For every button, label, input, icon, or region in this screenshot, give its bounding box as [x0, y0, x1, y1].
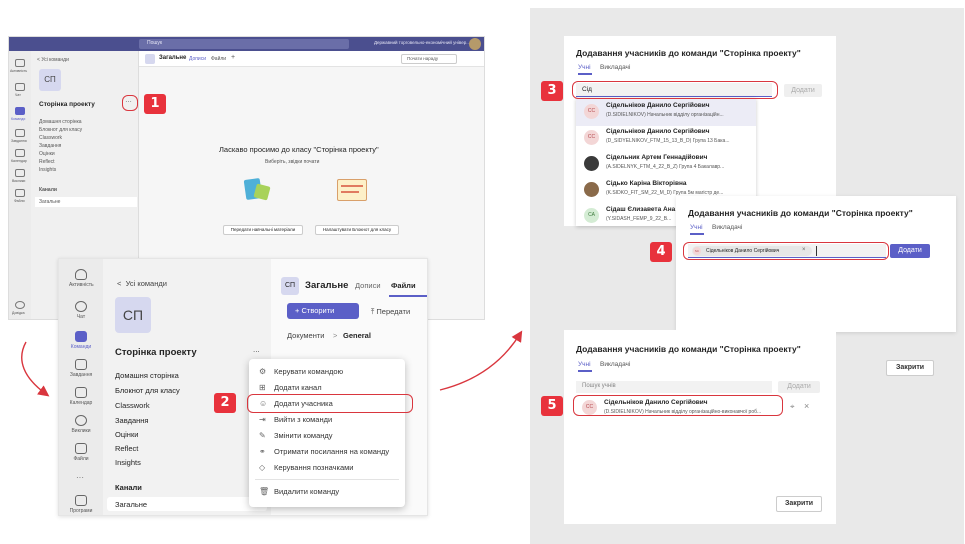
add-button[interactable]: Додати — [890, 244, 930, 258]
tab-underline — [578, 73, 592, 75]
step-badge-4: 4 — [650, 242, 672, 262]
avatar: СС — [584, 104, 599, 119]
person-name: Сідельніков Данило Сергійович — [606, 102, 710, 109]
add-members-dialog-added: Додавання учасників до команди "Сторінка… — [564, 330, 836, 524]
suggestion-item[interactable]: СС Сідельніков Данило Сергійович (D_SIDY… — [576, 124, 756, 152]
tab-teachers[interactable]: Викладачі — [600, 64, 630, 71]
dialog-title: Додавання учасників до команди "Сторінка… — [576, 48, 801, 58]
person-desc: (A.SIDELNYK_FTM_4_22_B_Z) Група 4 Бакала… — [606, 164, 725, 170]
tab-students[interactable]: Учні — [690, 224, 703, 231]
suggestion-item[interactable]: Сідельник Артем Геннадійович (A.SIDELNYK… — [576, 150, 756, 178]
step-badge-5: 5 — [541, 396, 563, 416]
close-button[interactable]: Закрити — [776, 496, 822, 512]
person-name: Сідько Каріна Вікторівна — [606, 180, 687, 187]
person-desc: (Y.SIDASH_FEMP_9_22_B... — [606, 216, 672, 222]
avatar: СА — [584, 208, 599, 223]
add-button-disabled[interactable]: Додати — [784, 84, 822, 97]
avatar-photo — [584, 182, 599, 197]
dialog-title: Додавання учасників до команди "Сторінка… — [576, 344, 801, 354]
person-desc: (D.SIDIELNIKOV) Начальник відділу органі… — [606, 112, 724, 118]
dialog-title: Додавання учасників до команди "Сторінка… — [688, 208, 913, 218]
person-desc: (D_SIDYELNIKOV_FTM_15_13_B_D) Група 13 Б… — [606, 138, 730, 144]
arrow-2-to-3 — [439, 330, 523, 391]
add-members-dialog-selected: Додавання учасників до команди "Сторінка… — [676, 196, 956, 332]
step-badge-3: 3 — [541, 81, 563, 101]
suggestion-item[interactable]: СС Сідельніков Данило Сергійович (D.SIDI… — [576, 98, 756, 126]
search-input-highlight — [572, 81, 778, 99]
tab-students[interactable]: Учні — [578, 64, 591, 71]
role-pin-icon[interactable]: ⌖ — [790, 402, 795, 412]
avatar-photo — [584, 156, 599, 171]
person-name: Сідельник Артем Геннадійович — [606, 154, 708, 161]
person-name: Сідаш Єлизавета Ана — [606, 206, 676, 213]
close-button[interactable]: Закрити — [886, 360, 934, 376]
tab-underline — [690, 233, 704, 235]
tab-underline — [578, 370, 592, 372]
add-button-disabled[interactable]: Додати — [778, 381, 820, 393]
person-name: Сідельніков Данило Сергійович — [606, 128, 710, 135]
search-input[interactable]: Пошук учнів — [582, 383, 616, 389]
tab-students[interactable]: Учні — [578, 361, 591, 368]
tab-teachers[interactable]: Викладачі — [600, 361, 630, 368]
chip-highlight — [683, 242, 889, 260]
added-member-highlight — [573, 395, 783, 416]
arrow-1-to-2 — [21, 341, 50, 397]
remove-member-icon[interactable]: × — [804, 401, 809, 411]
tab-teachers[interactable]: Викладачі — [712, 224, 742, 231]
avatar: СС — [584, 130, 599, 145]
